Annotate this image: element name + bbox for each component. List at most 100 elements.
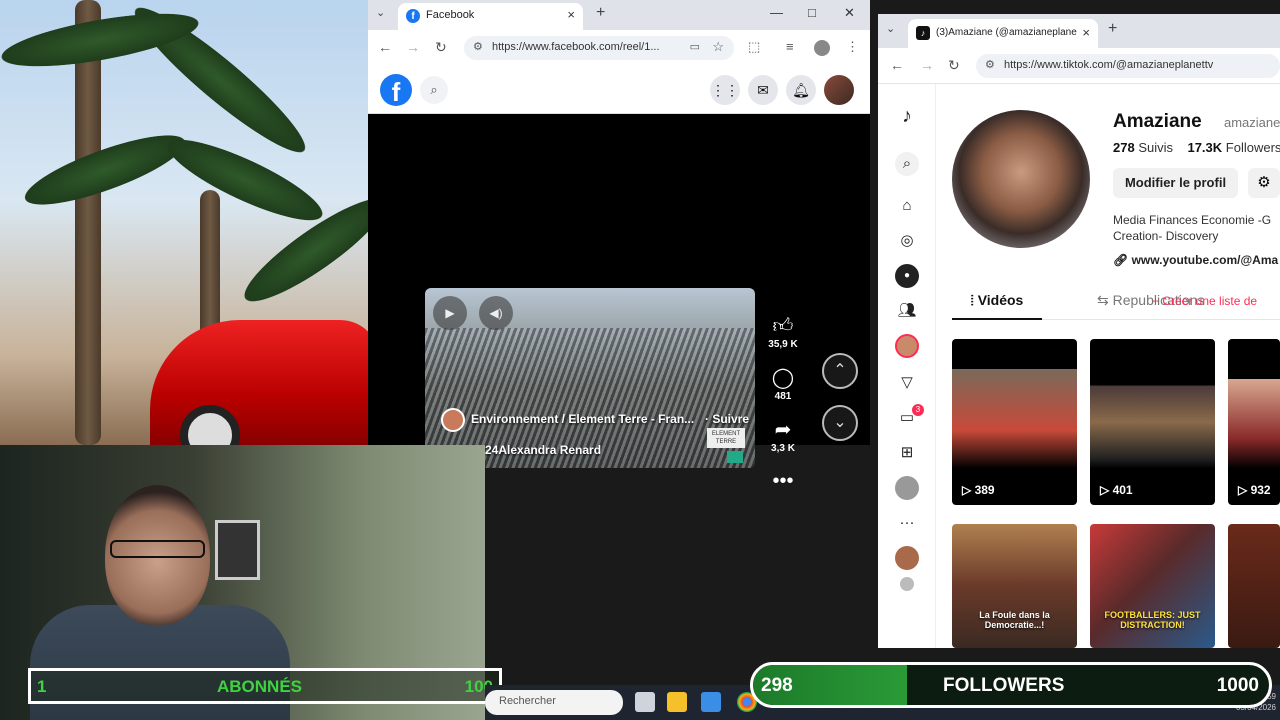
reload-icon[interactable]: ↻ [948,57,960,74]
reload-icon[interactable]: ↻ [435,39,447,56]
live-avatar-icon[interactable] [895,334,919,358]
followers-label: Followers [1225,140,1280,155]
following-label: Suivis [1138,140,1174,155]
back-arrow-icon[interactable]: ← [890,57,904,73]
tab-facebook[interactable]: f Facebook × [398,3,583,30]
repost-icon: ⇆ [1097,292,1113,308]
close-tab-icon[interactable]: × [1082,25,1090,40]
tiktok-logo-icon[interactable]: ♪ [895,104,919,128]
close-window-icon[interactable]: ✕ [844,5,855,21]
video-thumbnail-image [1228,339,1280,505]
tab-tiktok[interactable]: ♪ (3)Amaziane (@amazianeplane × [908,19,1098,48]
volume-icon[interactable]: ◀) [479,296,513,330]
send-icon[interactable]: ▽ [895,371,919,395]
tab-list-chevron-icon[interactable]: ⌄ [886,22,895,35]
followers-current: 298 [761,675,793,696]
extensions-icon[interactable]: ⬚ [748,39,760,55]
ellipsis-icon: ••• [772,470,794,492]
profile-avatar-icon[interactable] [814,40,830,56]
share-count: 3,3 K [771,443,795,454]
messages-badge: 3 [912,404,924,416]
taskbar-search-input[interactable]: Rechercher [485,690,623,715]
comment-button[interactable]: ◯ 481 [762,367,804,402]
badge-square [727,451,743,463]
palm-frond [159,125,331,235]
video-thumbnail[interactable]: ▷ 932 [1228,339,1280,505]
reel-channel-name[interactable]: Environnement / Element Terre - Fran... [471,412,694,426]
site-settings-icon[interactable]: ⚙ [985,58,995,71]
tab-title: (3)Amaziane (@amazianeplane [936,27,1077,38]
followed-account-avatar[interactable] [900,577,914,591]
forward-arrow-icon[interactable]: → [920,57,934,73]
reel-author[interactable]: 24Alexandra Renard [485,443,601,457]
tab-videos-label: Vidéos [977,292,1024,308]
messenger-icon[interactable]: ✉ [748,75,778,105]
more-options-button[interactable]: ••• [762,470,804,492]
account-avatar[interactable] [824,75,854,105]
profile-bio: Media Finances Economie -G Creation- Dis… [1113,213,1272,243]
video-thumbnail[interactable] [1228,524,1280,648]
subscriber-goal-bar: 1 ABONNÉS 100 [28,668,502,704]
tab-list-chevron-icon[interactable]: ⌄ [376,6,385,19]
following-avatar-icon[interactable]: ● [895,264,919,288]
video-caption: La Foule dans la Democratie...! [979,610,1050,630]
apps-grid-icon[interactable]: ⋮⋮ [710,75,740,105]
maximize-icon[interactable]: □ [808,5,816,20]
media-controls-icon[interactable]: ≡ [786,39,794,54]
search-icon[interactable]: ⌕ [895,152,919,176]
video-thumbnail[interactable]: ▷ 401 [1090,339,1215,505]
profile-link-text: www.youtube.com/@Ama [1131,253,1279,267]
previous-reel-chevron-up-icon[interactable]: ⌃ [822,353,858,389]
share-button[interactable]: ➦ 3,3 K [762,419,804,454]
explore-compass-icon[interactable]: ◎ [895,229,919,253]
url-input[interactable]: ⚙ https://www.tiktok.com/@amazianeplanet… [976,54,1280,78]
site-settings-icon[interactable]: ⚙ [473,40,483,53]
minimize-icon[interactable]: — [770,5,783,20]
followers-count[interactable]: 17.3K [1187,140,1222,155]
address-bar-row: ← → ↻ ⚙ https://www.facebook.com/reel/1.… [368,30,870,66]
video-thumbnail[interactable]: ▷ 389 [952,339,1077,505]
link-icon: 🔗︎ [1113,253,1132,267]
home-icon[interactable]: ⌂ [895,194,919,218]
close-tab-icon[interactable]: × [567,7,575,22]
video-thumbnail[interactable]: La Foule dans la Democratie...! [952,524,1077,648]
facebook-logo[interactable]: f [380,74,412,107]
back-arrow-icon[interactable]: ← [378,39,392,55]
create-list-button[interactable]: + Créer une liste de [1152,294,1257,308]
followers-goal-label: FOLLOWERS [943,675,1065,696]
more-ellipsis-icon[interactable]: ··· [895,511,919,535]
menu-kebab-icon[interactable]: ⋮ [846,39,859,55]
video-thumbnail[interactable]: FOOTBALLERS: JUST DISTRACTION! [1090,524,1215,648]
facebook-favicon-icon: f [406,9,420,23]
task-view-icon[interactable] [635,692,655,712]
forward-arrow-icon[interactable]: → [406,39,420,55]
cast-icon[interactable]: ▭ [690,40,700,53]
grid-icon: ⦙ [970,292,978,308]
profile-avatar[interactable] [952,110,1090,248]
tab-videos[interactable]: ⦙ Vidéos [952,292,1042,320]
next-reel-chevron-down-icon[interactable]: ⌄ [822,405,858,441]
url-input[interactable]: ⚙ https://www.facebook.com/reel/1... ▭ ☆ [464,36,734,60]
new-tab-plus-icon[interactable]: + [1108,20,1117,38]
following-count[interactable]: 278 [1113,140,1135,155]
screen: ⌄ f Facebook × + — □ ✕ ← → ↻ ⚙ https://w… [0,0,1280,720]
bookmark-star-icon[interactable]: ☆ [712,39,724,55]
new-tab-plus-icon[interactable]: + [596,4,605,22]
play-icon[interactable]: ▶ [433,296,467,330]
channel-avatar[interactable] [441,408,465,432]
store-icon[interactable] [701,692,721,712]
reel-video[interactable]: ▶ ◀) Environnement / Element Terre - Fra… [425,288,755,468]
profile-avatar-icon[interactable] [895,476,919,500]
edit-profile-button[interactable]: Modifier le profil [1113,168,1238,198]
settings-gear-icon[interactable]: ⚙ [1248,168,1280,198]
notifications-bell-icon[interactable]: 🔔︎ [786,75,816,105]
file-explorer-icon[interactable] [667,692,687,712]
search-icon[interactable]: ⌕ [420,76,448,104]
profile-link[interactable]: 🔗︎ www.youtube.com/@Ama [1113,253,1278,267]
like-button[interactable]: 👍︎ 35,9 K [762,315,804,350]
upload-plus-icon[interactable]: ⊞ [895,441,919,465]
followed-account-avatar[interactable] [895,546,919,570]
friends-icon[interactable]: 👥︎ [895,299,919,323]
follow-button[interactable]: · Suivre [705,412,749,426]
glasses [110,540,205,558]
